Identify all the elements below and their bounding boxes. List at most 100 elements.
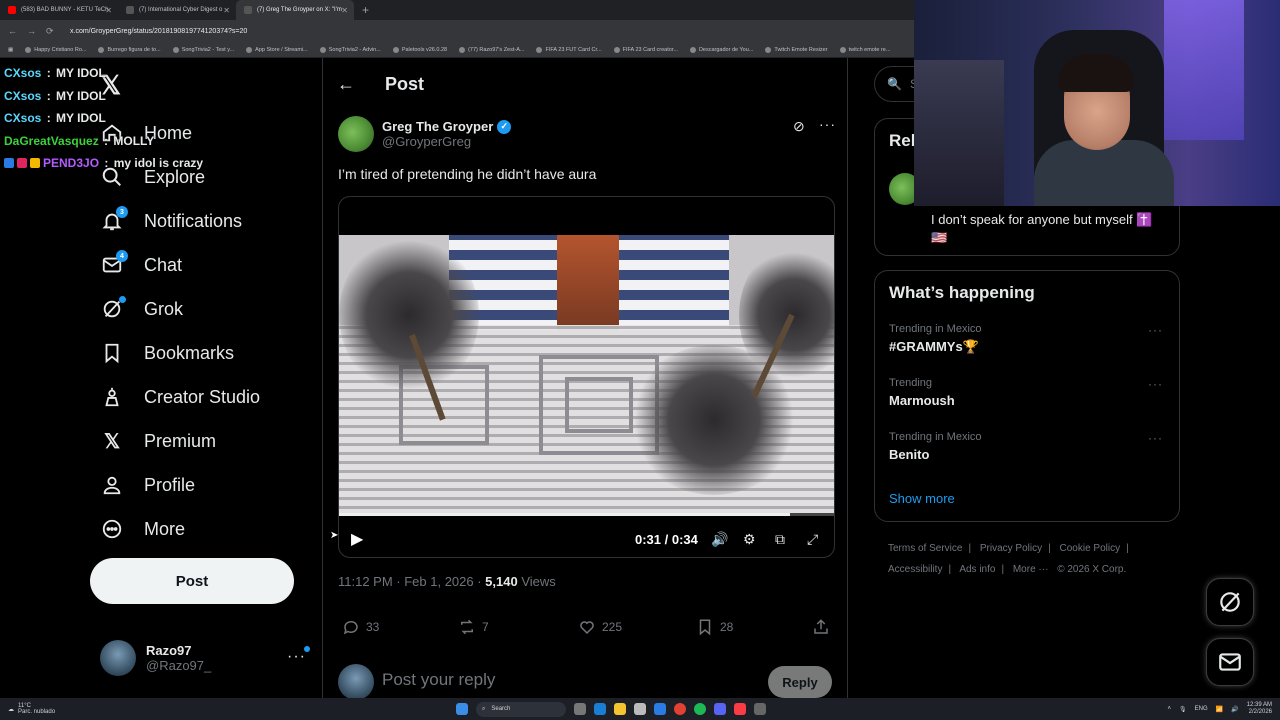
footer-link[interactable]: Cookie Policy [1060,543,1121,554]
more-icon[interactable]: ··· [1148,323,1163,337]
trend-item[interactable]: Trending in Mexico #GRAMMYs🏆 ··· [889,323,1169,355]
close-tab-icon[interactable]: ✕ [105,6,112,15]
trend-item[interactable]: Trending Marmoush ··· [889,377,1169,408]
footer-link[interactable]: Ads info [959,564,995,575]
nav-more[interactable]: More [100,514,185,544]
more-icon[interactable]: ··· [1148,377,1163,391]
video-frame[interactable] [339,235,834,515]
grok-explain-icon[interactable]: ⊘ [793,118,805,135]
windows-start-icon[interactable] [456,703,468,715]
bookmark-item[interactable]: FIFA 23 FUT Card Cr... [536,46,602,53]
nav-notifications[interactable]: 3 Notifications [100,206,242,236]
file-explorer-icon[interactable] [614,703,626,715]
reply-button[interactable]: Reply [768,666,832,698]
reply-action[interactable]: 33 [342,618,379,636]
repost-action[interactable]: 7 [458,618,489,636]
browser-tab-greg[interactable]: (7) Greg The Groyper on X: "I'm ✕ [236,0,354,20]
post-timestamp[interactable]: 11:12 PM · Feb 1, 2026 · [338,574,485,589]
chrome-icon[interactable] [674,703,686,715]
grok-icon [1220,592,1240,612]
forward-icon[interactable]: → [27,26,36,37]
bookmark-item[interactable]: Twitch Emote Resizer [765,46,828,53]
nav-label: Bookmarks [144,342,235,363]
store-icon[interactable] [634,703,646,715]
clock[interactable]: 12:39 AM 2/2/2026 [1247,702,1272,716]
author-avatar[interactable] [338,116,374,152]
messages-fab-button[interactable] [1206,638,1254,686]
chat-text: MY IDOL [56,111,106,126]
url-field[interactable]: x.com/GroyperGreg/status/201819081977412… [70,28,247,35]
fullscreen-icon[interactable]: ⤢ [807,531,818,548]
grok-fab-button[interactable] [1206,578,1254,626]
more-icon[interactable]: ··· [287,646,310,666]
more-icon[interactable]: ··· [1148,431,1163,445]
close-tab-icon[interactable]: ✕ [341,6,348,15]
language-indicator[interactable]: ENG [1195,706,1208,712]
account-switcher[interactable]: Razo97 @Razo97_ ··· [100,638,310,678]
post-button[interactable]: Post [90,558,294,604]
more-icon[interactable]: ··· [819,116,836,132]
bookmark-item[interactable]: Happy Cristiano Ro... [25,46,86,53]
footer-link[interactable]: Privacy Policy [980,543,1042,554]
nav-profile[interactable]: Profile [100,470,195,500]
reply-input[interactable]: Post your reply [382,670,495,690]
reload-icon[interactable]: ⟳ [46,26,54,37]
bookmark-item[interactable]: Descargador de You... [689,46,753,53]
footer-link[interactable]: Terms of Service [888,543,962,554]
apps-icon[interactable]: ▦ [8,47,13,53]
volume-icon[interactable]: 🔊 [1231,706,1238,713]
nav-chat[interactable]: 4 Chat [100,250,182,280]
video-player[interactable]: ▶ 0:31 / 0:34 🔊 ⚙ ⧉ ⤢ [338,196,835,558]
play-icon[interactable]: ▶ [351,529,363,549]
bookmark-item[interactable]: SongTrivia2 - Advin... [319,46,381,53]
bookmark-item[interactable]: FIFA 23 Card creator... [613,46,678,53]
nav-creator-studio[interactable]: Creator Studio [100,382,260,412]
edge-icon[interactable] [594,703,606,715]
app-icon[interactable] [754,703,766,715]
author-name[interactable]: Greg The Groyper [382,119,493,134]
settings-gear-icon[interactable]: ⚙ [743,531,756,548]
nav-bookmarks[interactable]: Bookmarks [100,338,234,368]
post-author[interactable]: Greg The Groyper ✓ @GroyperGreg [338,116,512,152]
mail-icon[interactable] [654,703,666,715]
mic-icon[interactable]: 🎙 [1179,706,1187,713]
bookmark-item[interactable]: SongTrivia2 - Test y... [172,46,234,53]
bookmark-item[interactable]: (77) Razo97's Zest-A... [459,46,524,53]
like-action[interactable]: 225 [578,618,622,636]
bell-icon: 3 [100,206,128,233]
weather-widget[interactable]: ☁ 11°C Parc. nublado [8,703,55,715]
close-tab-icon[interactable]: ✕ [223,6,230,15]
show-more-link[interactable]: Show more [889,491,955,506]
browser-tab-youtube[interactable]: (583) BAD BUNNY - KETU TeCh ✕ [0,0,118,20]
trend-item[interactable]: Trending in Mexico Benito ··· [889,431,1169,462]
back-icon[interactable]: ← [8,26,17,37]
bookmark-item[interactable]: App Store / Streami... [246,46,308,53]
author-handle[interactable]: @GroyperGreg [382,134,511,149]
video-progress-bar[interactable] [339,513,834,516]
pip-icon[interactable]: ⧉ [775,531,785,548]
footer-link[interactable]: Accessibility [888,564,942,575]
nav-grok[interactable]: Grok [100,294,183,324]
nav-premium[interactable]: 𝕏 Premium [100,426,216,456]
taskbar-search[interactable]: ⌕ Search [476,701,566,717]
tray-arrow-icon[interactable]: ˄ [1168,706,1172,712]
bookmark-item[interactable]: Burrego figura de to... [98,46,161,53]
bookmark-item[interactable]: twitch emote re... [839,46,890,53]
back-arrow-icon[interactable]: ← [337,74,355,95]
new-tab-button[interactable]: + [354,3,377,17]
footer-link[interactable]: More ··· [1013,564,1049,575]
volume-icon[interactable]: 🔊 [711,531,728,548]
striped-wall [619,235,729,330]
bookmark-action[interactable]: 28 [696,618,733,636]
share-action[interactable] [812,618,830,636]
spotify-icon[interactable] [694,703,706,715]
discord-icon[interactable] [714,703,726,715]
reply-composer: Post your reply Reply [338,662,835,700]
bookmark-icon [100,341,124,365]
wifi-icon[interactable]: 📶 [1216,706,1223,713]
music-icon[interactable] [734,703,746,715]
task-view-icon[interactable] [574,703,586,715]
nav-label: Notifications [144,210,243,231]
browser-tab-cyber-digest[interactable]: (7) International Cyber Digest o ✕ [118,0,236,20]
bookmark-item[interactable]: Paletools v26.0.28 [392,46,447,53]
